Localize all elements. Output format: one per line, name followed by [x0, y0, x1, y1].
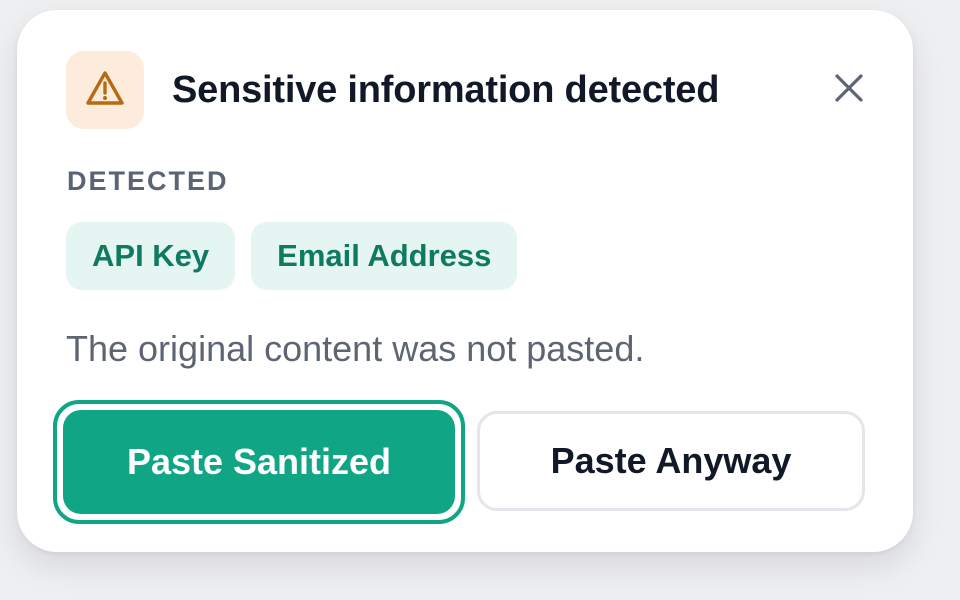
dialog-header: Sensitive information detected — [66, 51, 873, 129]
detected-chip-email-address: Email Address — [251, 222, 518, 290]
status-message: The original content was not pasted. — [66, 328, 645, 369]
close-button[interactable] — [825, 66, 873, 114]
warning-badge — [66, 51, 144, 129]
detected-chip-api-key: API Key — [66, 222, 236, 290]
paste-anyway-button[interactable]: Paste Anyway — [477, 411, 865, 511]
dialog-actions: Paste Sanitized Paste Anyway — [53, 400, 865, 524]
detected-items-list: API Key Email Address — [66, 222, 518, 290]
dialog-title: Sensitive information detected — [172, 68, 720, 111]
paste-sanitized-button[interactable]: Paste Sanitized — [53, 400, 465, 524]
sensitive-info-dialog: Sensitive information detected DETECTED … — [17, 10, 913, 552]
paste-sanitized-label: Paste Sanitized — [63, 410, 455, 514]
warning-triangle-icon — [85, 70, 125, 111]
close-icon — [834, 73, 864, 108]
detected-section-label: DETECTED — [67, 166, 229, 196]
